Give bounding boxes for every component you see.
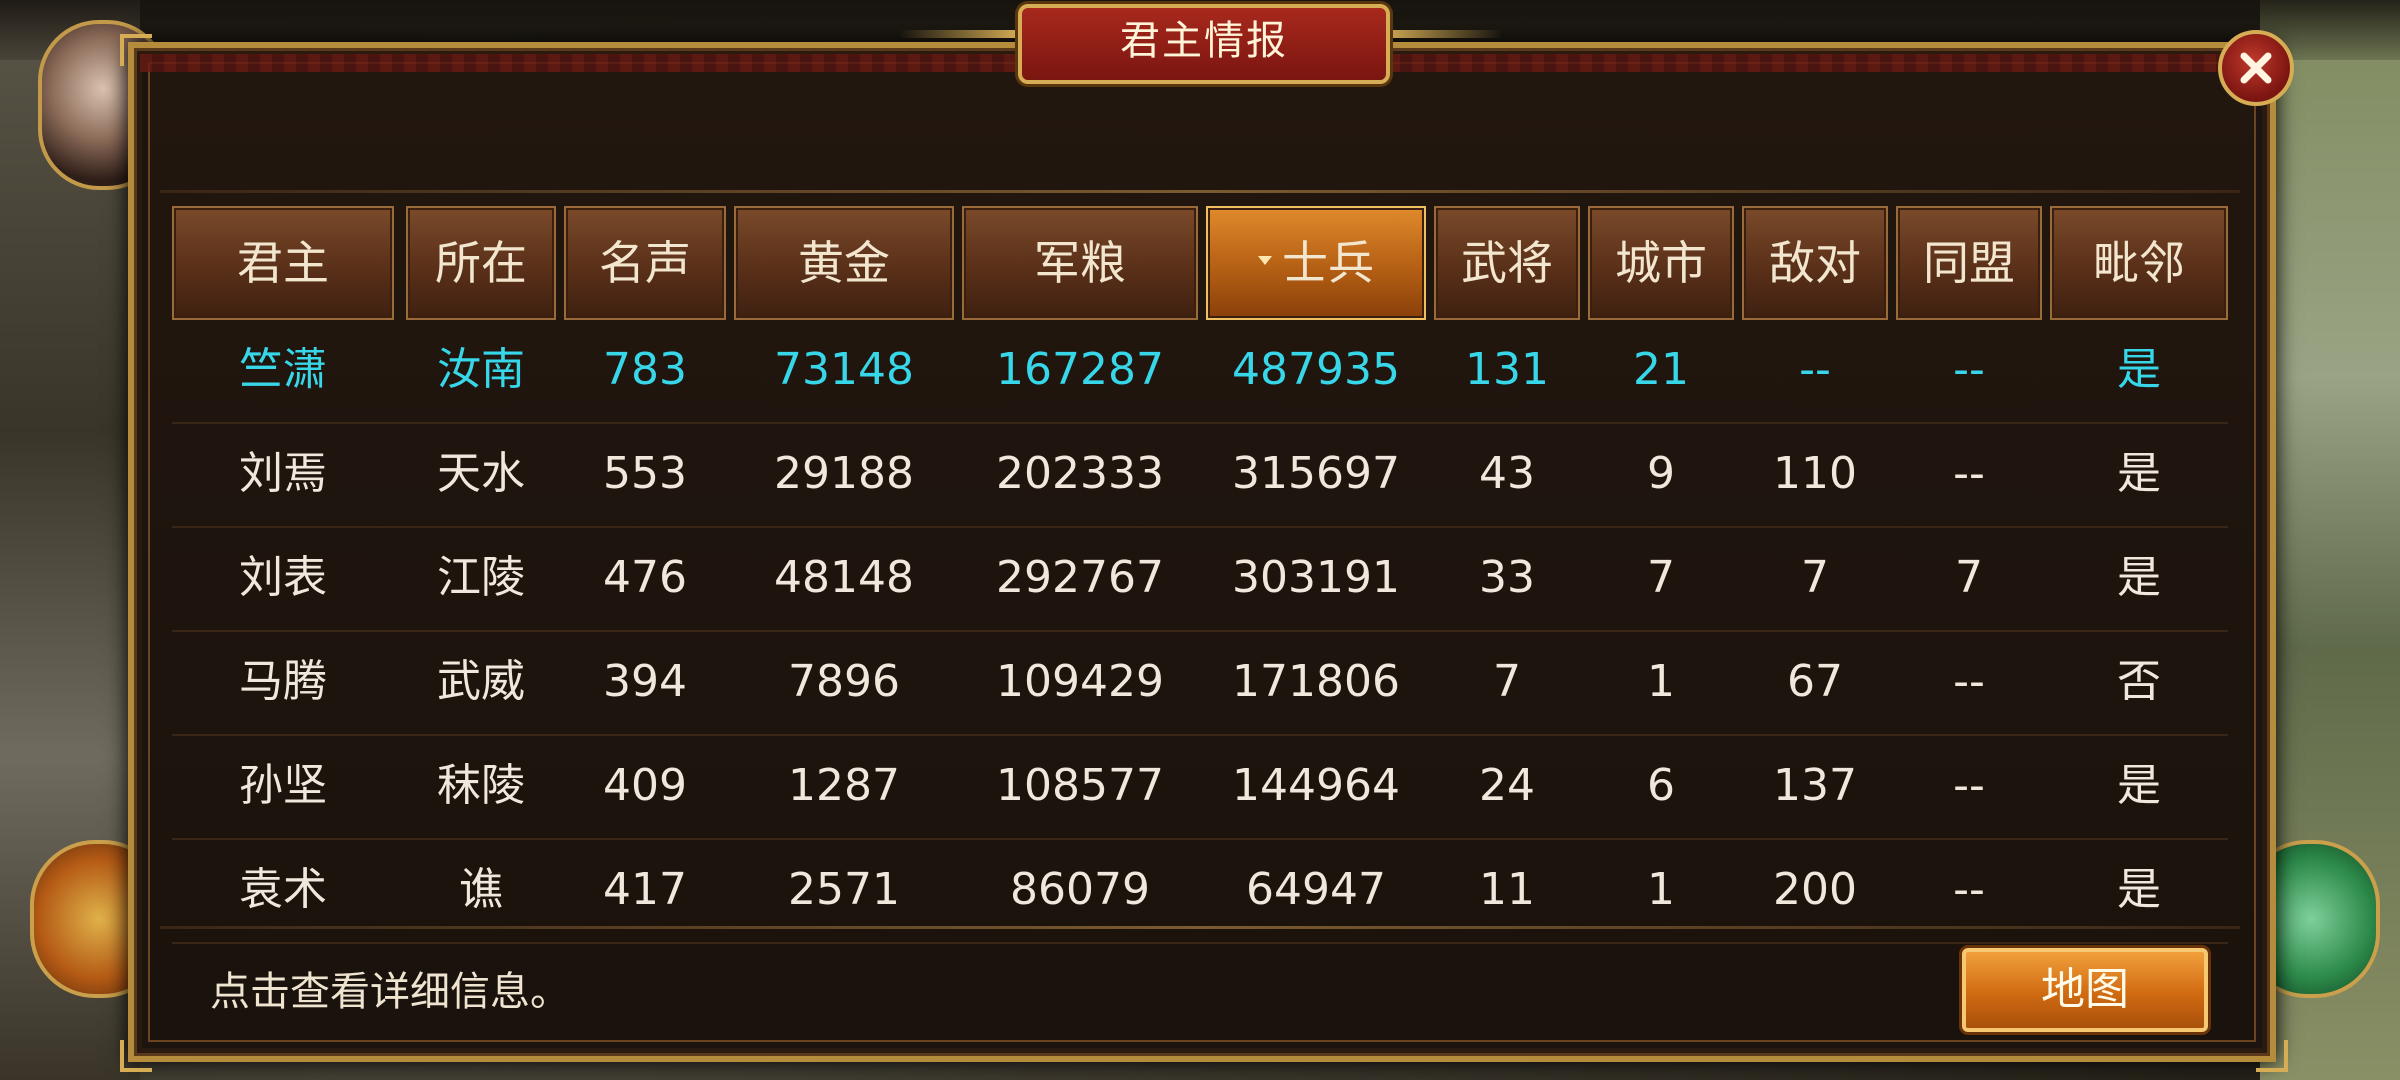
table-cell: 783 xyxy=(603,344,687,395)
table-cell: 108577 xyxy=(996,760,1164,811)
table-cell: 73148 xyxy=(774,344,914,395)
table-cell: 394 xyxy=(603,656,687,707)
column-header-6[interactable]: 武将 xyxy=(1434,206,1580,320)
dialog-title: 君主情报 xyxy=(1018,4,1390,84)
table-cell: 是 xyxy=(2117,448,2161,499)
table-cell: 1287 xyxy=(788,760,900,811)
table-cell: 2571 xyxy=(788,864,900,915)
column-header-1[interactable]: 所在 xyxy=(406,206,556,320)
corner-ornament-top-left xyxy=(120,34,152,66)
table-cell: 171806 xyxy=(1232,656,1400,707)
column-header-label: 军粮 xyxy=(1034,236,1126,290)
table-cell: 292767 xyxy=(996,552,1164,603)
column-header-2[interactable]: 名声 xyxy=(564,206,726,320)
table-row[interactable]: 刘焉 天水 553 29188 202333 315697 43 9 110 -- 是 xyxy=(172,424,2228,528)
column-header-label: 士兵 xyxy=(1282,236,1374,290)
column-header-label: 君主 xyxy=(237,236,329,290)
table-header: 君主 所在 名声 黄金 军粮 士兵 武将 城市 敌对 同盟 毗邻 xyxy=(172,206,2228,320)
table-cell: 315697 xyxy=(1232,448,1400,499)
table-cell: 7896 xyxy=(788,656,900,707)
column-header-9[interactable]: 同盟 xyxy=(1896,206,2042,320)
table-cell: 袁术 xyxy=(239,864,327,915)
table-cell: 417 xyxy=(603,864,687,915)
column-header-5[interactable]: 士兵 xyxy=(1206,206,1426,320)
column-header-3[interactable]: 黄金 xyxy=(734,206,954,320)
column-header-label: 城市 xyxy=(1615,236,1707,290)
table-cell: 29188 xyxy=(774,448,914,499)
table-cell: 竺潇 xyxy=(239,344,327,395)
table-cell: 553 xyxy=(603,448,687,499)
table-row[interactable]: 马腾 武威 394 7896 109429 171806 7 1 67 -- 否 xyxy=(172,632,2228,736)
table-cell: 303191 xyxy=(1232,552,1400,603)
column-header-label: 名声 xyxy=(599,236,691,290)
lords-table: 君主 所在 名声 黄金 军粮 士兵 武将 城市 敌对 同盟 毗邻 竺潇 汝南 783 73148 16728… xyxy=(172,206,2228,944)
table-cell: 孙坚 xyxy=(239,760,327,811)
title-ornament-left xyxy=(900,30,1020,38)
column-header-label: 毗邻 xyxy=(2093,236,2185,290)
column-header-label: 敌对 xyxy=(1769,236,1861,290)
close-button[interactable] xyxy=(2218,30,2294,106)
table-cell: 202333 xyxy=(996,448,1164,499)
corner-ornament-bottom-right xyxy=(2256,1040,2288,1072)
table-cell: 刘焉 xyxy=(239,448,327,499)
column-header-label: 武将 xyxy=(1461,236,1553,290)
table-cell: 刘表 xyxy=(239,552,327,603)
table-body: 竺潇 汝南 783 73148 167287 487935 131 21 -- -- 是刘焉 天水 55… xyxy=(172,320,2228,944)
table-cell: 476 xyxy=(603,552,687,603)
table-cell: 409 xyxy=(603,760,687,811)
column-header-4[interactable]: 军粮 xyxy=(962,206,1198,320)
table-row[interactable]: 刘表 江陵 476 48148 292767 303191 33 7 7 7 是 xyxy=(172,528,2228,632)
divider xyxy=(160,190,2240,193)
table-cell: 167287 xyxy=(996,344,1164,395)
table-cell: 否 xyxy=(2117,656,2161,707)
map-button[interactable]: 地图 xyxy=(1962,948,2208,1032)
table-cell: 144964 xyxy=(1232,760,1400,811)
column-header-label: 同盟 xyxy=(1923,236,2015,290)
table-cell: 是 xyxy=(2117,552,2161,603)
column-header-7[interactable]: 城市 xyxy=(1588,206,1734,320)
table-cell: 是 xyxy=(2117,760,2161,811)
column-header-label: 黄金 xyxy=(798,236,890,290)
column-header-8[interactable]: 敌对 xyxy=(1742,206,1888,320)
title-ornament-right xyxy=(1382,30,1502,38)
sort-desc-icon xyxy=(1258,256,1272,265)
table-cell: 马腾 xyxy=(239,656,327,707)
table-row[interactable]: 竺潇 汝南 783 73148 167287 487935 131 21 -- -- 是 xyxy=(172,320,2228,424)
column-header-0[interactable]: 君主 xyxy=(172,206,394,320)
divider xyxy=(160,926,2240,929)
table-cell: 是 xyxy=(2117,864,2161,915)
table-cell: 是 xyxy=(2117,344,2161,395)
table-row[interactable]: 孙坚 秣陵 409 1287 108577 144964 24 6 137 -- 是 xyxy=(172,736,2228,840)
table-cell: 64947 xyxy=(1246,864,1386,915)
game-screen: 君主情报 君主 所在 名声 黄金 军粮 士兵 武将 城市 敌对 同盟 毗邻 竺潇 汝南 783 73148… xyxy=(0,0,2400,1080)
table-cell: 48148 xyxy=(774,552,914,603)
column-header-10[interactable]: 毗邻 xyxy=(2050,206,2228,320)
column-header-label: 所在 xyxy=(435,236,527,290)
table-cell: 86079 xyxy=(1010,864,1150,915)
hint-text: 点击查看详细信息。 xyxy=(210,969,570,1015)
table-cell: 109429 xyxy=(996,656,1164,707)
table-cell: 487935 xyxy=(1232,344,1400,395)
close-icon xyxy=(2240,52,2272,84)
corner-ornament-bottom-left xyxy=(120,1040,152,1072)
